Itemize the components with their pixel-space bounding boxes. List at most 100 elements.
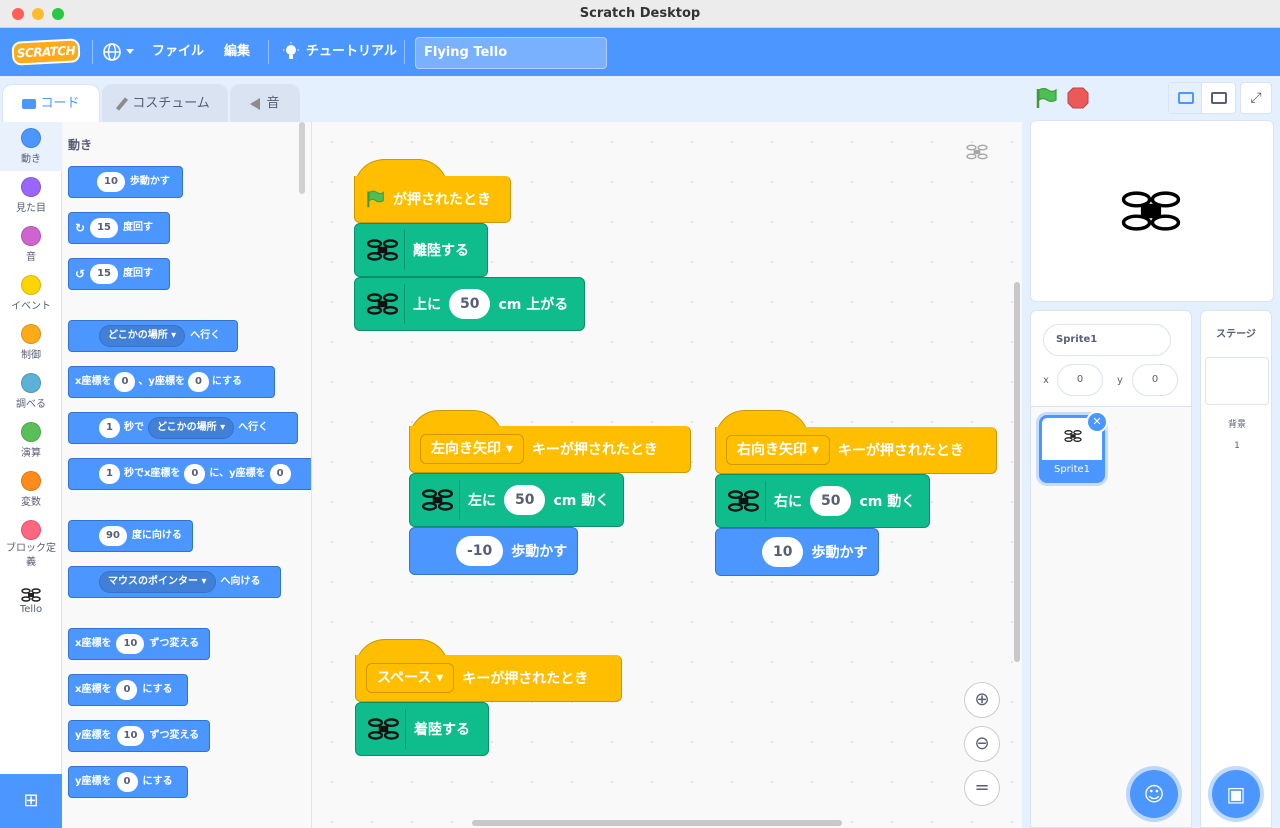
- block-input[interactable]: 50: [810, 486, 852, 516]
- block-input[interactable]: 10: [116, 634, 145, 654]
- workspace-vertical-scrollbar[interactable]: [1014, 282, 1020, 662]
- workspace-horizontal-scrollbar[interactable]: [472, 820, 842, 826]
- choose-sprite-button[interactable]: ☺: [1130, 770, 1178, 818]
- key-dropdown[interactable]: スペース ▾: [366, 663, 455, 693]
- zoom-in-button[interactable]: ⊕: [964, 682, 1000, 718]
- block-input[interactable]: 10: [97, 172, 125, 192]
- category-events[interactable]: イベント: [0, 269, 62, 318]
- category-my-blocks[interactable]: ブロック定義: [0, 514, 62, 572]
- minimize-window-button[interactable]: [32, 8, 44, 20]
- block-set-y[interactable]: y座標を 0 にする: [68, 766, 188, 798]
- sprite-name-input[interactable]: Sprite1: [1043, 324, 1171, 356]
- script-workspace[interactable]: が押されたとき 離陸する 上に 50 cm 上がる 左向き矢印 ▾ キーが押され…: [312, 122, 1022, 828]
- block-label: キーが押されたとき: [462, 671, 589, 687]
- block-point-direction[interactable]: 90 度に向ける: [68, 520, 193, 552]
- block-input[interactable]: 0: [116, 680, 138, 700]
- block-input[interactable]: 15: [90, 218, 118, 238]
- takeoff-block[interactable]: 離陸する: [354, 223, 488, 277]
- small-stage-button[interactable]: [1169, 83, 1203, 113]
- category-looks[interactable]: 見た目: [0, 171, 62, 220]
- category-variables[interactable]: 変数: [0, 465, 62, 514]
- block-input[interactable]: 1: [99, 418, 120, 438]
- backdrop-thumbnail[interactable]: [1205, 357, 1269, 405]
- drone-sprite[interactable]: [1113, 185, 1189, 237]
- zoom-window-button[interactable]: [52, 8, 64, 20]
- block-move-steps[interactable]: 10 歩動かす: [68, 166, 183, 198]
- when-key-pressed-block[interactable]: 右向き矢印 ▾ キーが押されたとき: [715, 427, 997, 474]
- tab-sounds[interactable]: 音: [230, 84, 300, 122]
- category-operators[interactable]: 演算: [0, 416, 62, 465]
- block-label: 度回す: [122, 222, 153, 233]
- file-menu[interactable]: ファイル: [152, 28, 204, 76]
- move-up-block[interactable]: 上に 50 cm 上がる: [354, 277, 585, 331]
- move-steps-block[interactable]: -10 歩動かす: [409, 527, 578, 575]
- when-key-pressed-block[interactable]: スペース ▾ キーが押されたとき: [355, 655, 622, 702]
- block-input[interactable]: 10: [116, 726, 145, 746]
- green-flag-icon[interactable]: [1034, 86, 1058, 110]
- zoom-out-button[interactable]: ⊖: [964, 726, 1000, 762]
- zoom-reset-button[interactable]: =: [964, 770, 1000, 806]
- block-input[interactable]: 0: [114, 372, 136, 392]
- block-goto-xy[interactable]: x座標を 0 、y座標を 0 にする: [68, 366, 275, 398]
- block-label: キーが押されたとき: [837, 443, 964, 459]
- block-glide-xy[interactable]: 1 秒でx座標を 0 に、y座標を 0: [68, 458, 311, 490]
- block-change-y[interactable]: y座標を 10 ずつ変える: [68, 720, 210, 752]
- key-dropdown[interactable]: 左向き矢印 ▾: [420, 434, 524, 464]
- block-set-x[interactable]: x座標を 0 にする: [68, 674, 188, 706]
- land-block[interactable]: 着陸する: [355, 702, 489, 756]
- block-goto[interactable]: どこかの場所 ▾ へ行く: [68, 320, 238, 352]
- key-dropdown[interactable]: 右向き矢印 ▾: [726, 435, 830, 465]
- block-input[interactable]: 50: [504, 485, 546, 515]
- palette-scrollbar[interactable]: [299, 122, 305, 194]
- block-input[interactable]: 15: [90, 264, 118, 284]
- category-sensing[interactable]: 調べる: [0, 367, 62, 416]
- block-input[interactable]: 1: [99, 464, 120, 484]
- block-point-towards[interactable]: マウスのポインター ▾ へ向ける: [68, 566, 281, 598]
- add-extension-button[interactable]: ⊞: [0, 774, 62, 828]
- sprite-x-input[interactable]: 0: [1057, 364, 1103, 396]
- sprite-y-input[interactable]: 0: [1132, 364, 1178, 396]
- when-key-pressed-block[interactable]: 左向き矢印 ▾ キーが押されたとき: [409, 426, 691, 473]
- delete-sprite-button[interactable]: ✕: [1086, 411, 1108, 433]
- edit-menu[interactable]: 編集: [224, 28, 250, 76]
- block-glide[interactable]: 1 秒で どこかの場所 ▾ へ行く: [68, 412, 298, 444]
- goto-dropdown[interactable]: どこかの場所 ▾: [99, 325, 186, 347]
- tab-costumes[interactable]: コスチューム: [102, 84, 228, 122]
- fullscreen-button[interactable]: ⤢: [1240, 82, 1272, 114]
- glide-dropdown[interactable]: どこかの場所 ▾: [147, 417, 235, 439]
- move-left-block[interactable]: 左に 50 cm 動く: [409, 473, 624, 527]
- block-input[interactable]: 0: [187, 372, 209, 392]
- close-window-button[interactable]: [12, 8, 24, 20]
- block-input[interactable]: 0: [116, 772, 138, 792]
- move-right-block[interactable]: 右に 50 cm 動く: [715, 474, 930, 528]
- block-input[interactable]: -10: [456, 536, 504, 566]
- zoom-out-icon: ⊖: [974, 733, 990, 754]
- tutorials-menu[interactable]: チュートリアル: [282, 28, 397, 76]
- tab-code[interactable]: コード: [2, 84, 100, 122]
- move-steps-block[interactable]: 10 歩動かす: [715, 528, 879, 576]
- category-control[interactable]: 制御: [0, 318, 62, 367]
- block-input[interactable]: 0: [269, 464, 291, 484]
- block-input[interactable]: 50: [449, 289, 491, 319]
- category-motion[interactable]: 動き: [0, 122, 62, 171]
- backdrop-count: 1: [1234, 441, 1240, 451]
- block-input[interactable]: 10: [762, 537, 804, 567]
- towards-dropdown[interactable]: マウスのポインター ▾: [99, 571, 216, 593]
- large-stage-button[interactable]: [1202, 83, 1235, 113]
- category-label: 演算: [21, 448, 41, 459]
- stop-icon[interactable]: [1066, 86, 1090, 110]
- my-blocks-dot: [21, 520, 41, 540]
- stage-canvas[interactable]: [1030, 120, 1274, 302]
- scratch-logo[interactable]: SCRATCH: [11, 38, 81, 66]
- when-flag-clicked-block[interactable]: が押されたとき: [354, 176, 511, 223]
- project-title-input[interactable]: Flying Tello: [415, 37, 607, 69]
- category-tello[interactable]: Tello: [0, 578, 62, 627]
- block-change-x[interactable]: x座標を 10 ずつ変える: [68, 628, 210, 660]
- block-input[interactable]: 0: [184, 464, 206, 484]
- choose-backdrop-button[interactable]: ▣: [1212, 770, 1260, 818]
- category-sound[interactable]: 音: [0, 220, 62, 269]
- block-input[interactable]: 90: [99, 526, 127, 546]
- language-menu[interactable]: [102, 28, 138, 76]
- block-turn-left[interactable]: ↺ 15 度回す: [68, 258, 170, 290]
- block-turn-right[interactable]: ↻ 15 度回す: [68, 212, 170, 244]
